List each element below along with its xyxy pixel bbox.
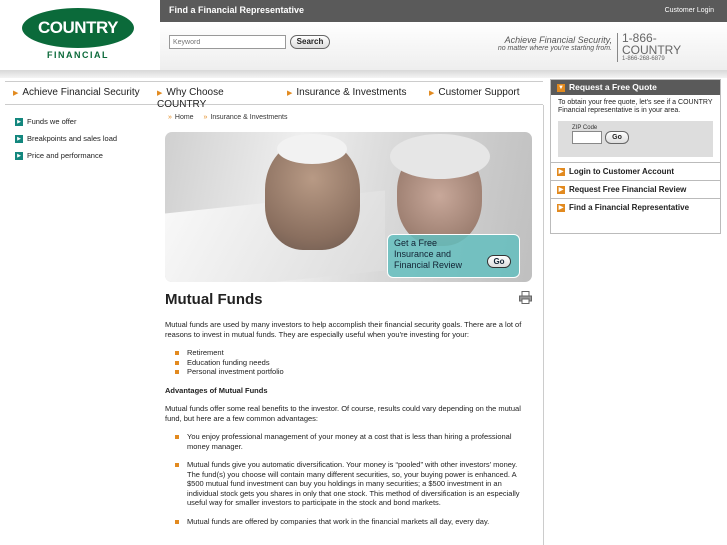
search-button[interactable]: Search	[290, 35, 330, 49]
arrow-icon: ▶	[13, 90, 19, 97]
chevron-down-icon: ▼	[557, 83, 565, 92]
find-representative-link[interactable]: Find a Financial Representative	[169, 5, 304, 15]
country-financial-logo[interactable]: COUNTRY FINANCIAL	[22, 8, 134, 60]
hero-image: Get a Free Insurance and Financial Revie…	[165, 132, 532, 282]
list-item-text: You enjoy professional management of you…	[187, 432, 512, 451]
tagline-line1: Achieve Financial Security,	[504, 35, 612, 45]
chevron-right-icon: ▶	[15, 152, 23, 161]
advantages-list: You enjoy professional management of you…	[175, 432, 525, 526]
nav-item-customer-support[interactable]: ▶ Customer Support	[429, 87, 520, 99]
bullet-icon	[175, 519, 179, 524]
page-title: Mutual Funds	[165, 291, 263, 308]
zip-code-input[interactable]	[572, 131, 602, 144]
sidebar-item-price-performance[interactable]: ▶ Price and performance	[15, 151, 155, 168]
list-item: You enjoy professional management of you…	[175, 432, 525, 451]
list-item: Retirement	[175, 348, 525, 358]
sidebar-item-breakpoints[interactable]: ▶ Breakpoints and sales load	[15, 134, 155, 151]
phone-line2: COUNTRY	[622, 43, 682, 57]
arrow-icon: ▶	[157, 90, 163, 97]
main-nav: ▶ Achieve Financial Security ▶ Why Choose …	[5, 81, 543, 110]
login-customer-account-link[interactable]: ▶ Login to Customer Account	[551, 162, 720, 180]
arrow-icon: ▶	[287, 90, 293, 97]
quote-panel-text: To obtain your free quote, let's see if …	[558, 99, 713, 114]
double-chevron-icon: »	[168, 114, 172, 121]
nav-item-achieve-financial-security[interactable]: ▶ Achieve Financial Security	[13, 87, 140, 99]
search-input[interactable]	[169, 35, 286, 49]
list-item-text: Mutual funds give you automatic diversif…	[187, 460, 520, 507]
chevron-right-icon: ▶	[15, 118, 23, 127]
sidebar-item-funds-we-offer[interactable]: ▶ Funds we offer	[15, 117, 155, 134]
promo-line1: Get a Free	[394, 238, 438, 248]
quote-panel-header: ▼ Request a Free Quote	[551, 80, 720, 95]
nav-item-label: Why Choose COUNTRY	[157, 87, 224, 110]
tagline-line2: no matter where you're starting from.	[497, 45, 612, 52]
double-chevron-icon: »	[203, 114, 208, 121]
bullet-icon	[175, 351, 179, 355]
bullet-icon	[175, 435, 179, 439]
phone-number: 1-866- COUNTRY 1-866-268-6879	[617, 32, 682, 62]
nav-item-insurance-investments[interactable]: ▶ Insurance & Investments	[287, 87, 406, 99]
sidebar: ▶ Funds we offer ▶ Breakpoints and sales l…	[15, 117, 155, 168]
nav-item-label: Achieve Financial Security	[22, 87, 140, 98]
zip-go-button[interactable]: Go	[605, 131, 629, 144]
logo-oval: COUNTRY	[22, 8, 134, 48]
free-review-promo[interactable]: Get a Free Insurance and Financial Revie…	[387, 234, 520, 278]
bullet-icon	[175, 370, 179, 374]
nav-item-label: Insurance & Investments	[296, 87, 407, 98]
header-divider	[0, 70, 727, 78]
chevron-right-icon: ▶	[15, 135, 23, 144]
promo-go-button[interactable]: Go	[487, 255, 511, 268]
find-financial-representative-link[interactable]: ▶ Find a Financial Representative	[551, 198, 720, 216]
tagline: Achieve Financial Security, no matter wh…	[498, 35, 612, 52]
link-label: Find a Financial Representative	[569, 203, 690, 212]
logo-subtitle: FINANCIAL	[47, 50, 109, 60]
list-item: Mutual funds are offered by companies th…	[175, 517, 525, 527]
uses-list: Retirement Education funding needs Perso…	[175, 348, 525, 377]
nav-item-label: Customer Support	[438, 87, 520, 98]
print-icon[interactable]	[519, 291, 532, 304]
chevron-right-icon: ▶	[557, 203, 565, 212]
link-label: Request Free Financial Review	[569, 185, 687, 194]
advantages-intro: Mutual funds offer some real benefits to…	[165, 404, 521, 423]
list-item-text: Personal investment portfolio	[187, 367, 284, 376]
nav-item-why-choose-country[interactable]: ▶ Why Choose COUNTRY	[157, 87, 237, 110]
arrow-icon: ▶	[429, 90, 435, 97]
sidebar-item-label: Price and performance	[27, 151, 103, 160]
chevron-right-icon: ▶	[557, 167, 565, 176]
list-item: Education funding needs	[175, 358, 525, 368]
sidebar-item-label: Breakpoints and sales load	[27, 134, 118, 143]
hero-woman-hair	[390, 134, 490, 179]
request-financial-review-link[interactable]: ▶ Request Free Financial Review	[551, 180, 720, 198]
customer-login-link[interactable]: Customer Login	[665, 7, 714, 14]
bullet-icon	[175, 360, 179, 365]
link-label: Login to Customer Account	[569, 167, 675, 176]
list-item-text: Mutual funds are offered by companies th…	[187, 516, 490, 526]
advantages-heading: Advantages of Mutual Funds	[165, 385, 268, 395]
intro-paragraph: Mutual funds are used by many investors …	[165, 320, 522, 339]
breadcrumb: » Home » Insurance & Investments	[165, 114, 288, 121]
list-item: Mutual funds give you automatic diversif…	[175, 460, 525, 508]
list-item: Personal investment portfolio	[175, 367, 525, 377]
column-divider	[543, 105, 544, 545]
list-item-text: Education funding needs	[187, 357, 270, 367]
bullet-icon	[175, 463, 179, 467]
quote-panel: ▼ Request a Free Quote To obtain your fre…	[550, 79, 721, 234]
quote-panel-title: Request a Free Quote	[569, 82, 657, 92]
zip-code-form: ZIP Code Go	[558, 121, 713, 157]
article-body: Mutual funds are used by many investors …	[165, 320, 525, 535]
breadcrumb-home[interactable]: Home	[175, 114, 194, 121]
breadcrumb-insurance-investments[interactable]: Insurance & Investments	[210, 114, 287, 121]
chevron-right-icon: ▶	[557, 185, 565, 194]
sidebar-item-label: Funds we offer	[27, 117, 77, 126]
hero-man-hair	[277, 134, 347, 164]
list-item-text: Retirement	[187, 348, 224, 357]
